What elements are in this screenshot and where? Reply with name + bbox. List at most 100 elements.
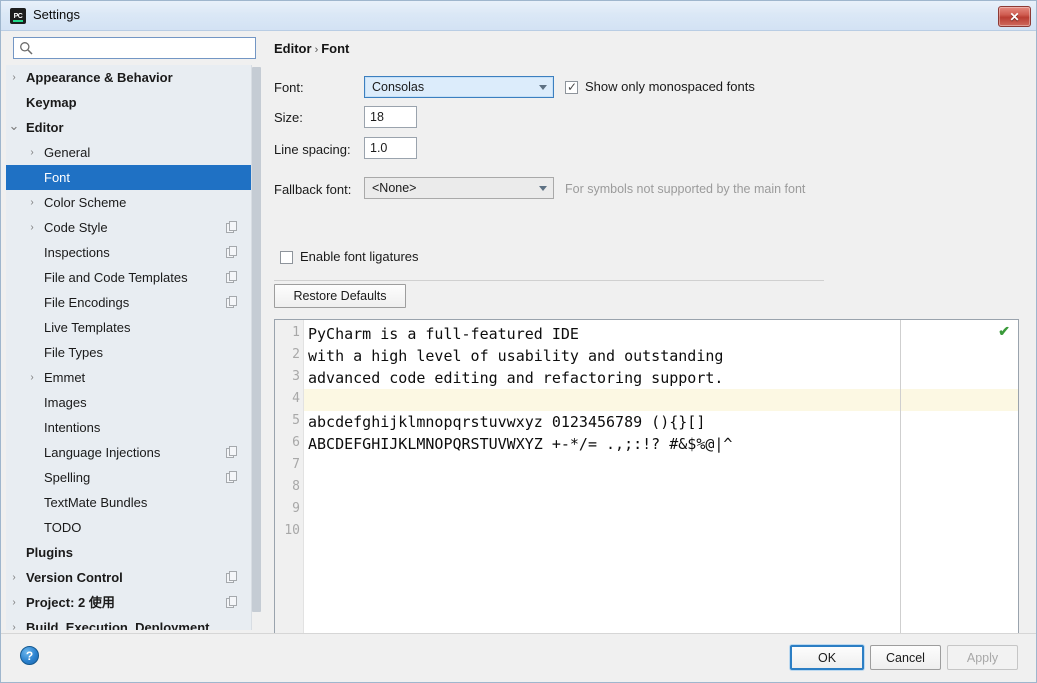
close-window-button[interactable]: ✕ bbox=[998, 6, 1031, 27]
sidebar-item-color-scheme[interactable]: › Color Scheme bbox=[6, 190, 256, 215]
sidebar-item-file-types[interactable]: File Types bbox=[6, 340, 256, 365]
sidebar-item-label: Language Injections bbox=[44, 445, 161, 460]
sidebar-item-label: Keymap bbox=[26, 95, 77, 110]
sidebar-item-label: File Encodings bbox=[44, 295, 130, 310]
sidebar-item-label: Build, Execution, Deployment bbox=[26, 620, 210, 630]
sidebar-item-general[interactable]: › General bbox=[6, 140, 256, 165]
dialog-footer: ? OK Cancel Apply bbox=[1, 633, 1036, 682]
copy-settings-icon bbox=[226, 296, 237, 308]
search-input[interactable] bbox=[37, 38, 255, 60]
restore-defaults-button[interactable]: Restore Defaults bbox=[274, 284, 406, 308]
sidebar-item-spelling[interactable]: Spelling bbox=[6, 465, 256, 490]
chevron-right-icon[interactable]: › bbox=[25, 190, 39, 215]
copy-settings-icon bbox=[226, 271, 237, 283]
sidebar-item-label: Live Templates bbox=[44, 320, 131, 335]
line-number: 10 bbox=[284, 523, 300, 538]
line-number: 3 bbox=[292, 369, 300, 384]
line-number: 7 bbox=[292, 457, 300, 472]
font-preview-editor[interactable]: 1 2 3 4 5 6 7 8 9 10 PyCharm is a full-featured I… bbox=[274, 319, 1019, 663]
sidebar-item-project-2[interactable]: › Project: 2 使用 bbox=[6, 590, 256, 615]
editor-right-margin-divider bbox=[900, 320, 1018, 662]
line-spacing-input[interactable] bbox=[364, 137, 417, 159]
sidebar-item-todo[interactable]: TODO bbox=[6, 515, 256, 540]
apply-button: Apply bbox=[947, 645, 1018, 670]
sidebar-item-emmet[interactable]: › Emmet bbox=[6, 365, 256, 390]
sidebar-item-label: Project: 2 使用 bbox=[26, 595, 115, 610]
enable-ligatures-label: Enable font ligatures bbox=[300, 249, 419, 264]
search-icon bbox=[20, 42, 33, 55]
sidebar-item-file-and-code-templates[interactable]: File and Code Templates bbox=[6, 265, 256, 290]
help-button[interactable]: ? bbox=[20, 646, 39, 665]
checkbox-box: ✓ bbox=[565, 80, 578, 94]
settings-tree[interactable]: › Appearance & Behavior Keymap ⌄ Editor › Gene… bbox=[6, 65, 256, 630]
sidebar-item-label: Color Scheme bbox=[44, 195, 127, 210]
sidebar-item-label: File and Code Templates bbox=[44, 270, 188, 285]
code-line: with a high level of usability and outst… bbox=[308, 347, 724, 365]
show-monospaced-label: Show only monospaced fonts bbox=[585, 79, 755, 94]
sidebar-item-label: TextMate Bundles bbox=[44, 495, 148, 510]
settings-search-box[interactable] bbox=[13, 37, 256, 60]
fallback-font-label: Fallback font: bbox=[274, 182, 352, 197]
section-divider bbox=[274, 280, 824, 281]
chevron-right-icon[interactable]: › bbox=[7, 615, 21, 630]
chevron-right-icon[interactable]: › bbox=[7, 590, 21, 615]
chevron-right-icon[interactable]: › bbox=[7, 565, 21, 590]
line-number: 2 bbox=[292, 347, 300, 362]
chevron-right-icon[interactable]: › bbox=[7, 65, 21, 90]
sidebar-scrollbar-thumb[interactable] bbox=[252, 67, 261, 612]
sidebar-item-inspections[interactable]: Inspections bbox=[6, 240, 256, 265]
sidebar-item-live-templates[interactable]: Live Templates bbox=[6, 315, 256, 340]
code-line: ABCDEFGHIJKLMNOPQRSTUVWXYZ +-*/= .,;:!? … bbox=[308, 435, 733, 453]
sidebar-item-code-style[interactable]: › Code Style bbox=[6, 215, 256, 240]
font-size-input[interactable] bbox=[364, 106, 417, 128]
sidebar-item-label: Version Control bbox=[26, 570, 123, 585]
sidebar-item-keymap[interactable]: Keymap bbox=[6, 90, 256, 115]
sidebar-item-label: Images bbox=[44, 395, 87, 410]
size-label: Size: bbox=[274, 110, 303, 125]
sidebar-item-version-control[interactable]: › Version Control bbox=[6, 565, 256, 590]
ok-button[interactable]: OK bbox=[790, 645, 864, 670]
sidebar-item-appearance-behavior[interactable]: › Appearance & Behavior bbox=[6, 65, 256, 90]
sidebar-item-label: Intentions bbox=[44, 420, 101, 435]
chevron-right-icon[interactable]: › bbox=[25, 365, 39, 390]
code-line: abcdefghijklmnopqrstuvwxyz 0123456789 ()… bbox=[308, 413, 706, 431]
sidebar-item-images[interactable]: Images bbox=[6, 390, 256, 415]
sidebar-item-label: Emmet bbox=[44, 370, 86, 385]
fallback-font-combo[interactable]: <None> bbox=[364, 177, 554, 199]
copy-settings-icon bbox=[226, 246, 237, 258]
sidebar-item-label: Spelling bbox=[44, 470, 91, 485]
sidebar-item-font[interactable]: Font bbox=[6, 165, 256, 190]
sidebar-item-intentions[interactable]: Intentions bbox=[6, 415, 256, 440]
sidebar-item-build-execution-deployment[interactable]: › Build, Execution, Deployment bbox=[6, 615, 256, 630]
dialog-content: › Appearance & Behavior Keymap ⌄ Editor › Gene… bbox=[1, 31, 1036, 663]
chevron-down-icon[interactable]: ⌄ bbox=[7, 115, 21, 136]
line-number: 9 bbox=[292, 501, 300, 516]
copy-settings-icon bbox=[226, 221, 237, 233]
font-label: Font: bbox=[274, 80, 304, 95]
breadcrumb-separator-icon: › bbox=[314, 44, 319, 56]
chevron-down-icon bbox=[539, 186, 547, 191]
sidebar-item-textmate-bundles[interactable]: TextMate Bundles bbox=[6, 490, 256, 515]
fallback-font-value: <None> bbox=[372, 181, 417, 195]
sidebar-item-editor[interactable]: ⌄ Editor bbox=[6, 115, 256, 140]
cancel-button[interactable]: Cancel bbox=[870, 645, 941, 670]
sidebar-item-plugins[interactable]: Plugins bbox=[6, 540, 256, 565]
line-number: 4 bbox=[292, 391, 300, 406]
fallback-font-hint: For symbols not supported by the main fo… bbox=[565, 182, 806, 196]
check-mark-icon[interactable]: ✔ bbox=[998, 324, 1010, 338]
sidebar-item-file-encodings[interactable]: File Encodings bbox=[6, 290, 256, 315]
copy-settings-icon bbox=[226, 571, 237, 583]
sidebar-item-label: Editor bbox=[26, 120, 64, 135]
font-family-value: Consolas bbox=[372, 80, 425, 94]
settings-dialog: PC Settings ✕ › Appearance & Behavior Keym… bbox=[0, 0, 1037, 683]
chevron-down-icon bbox=[539, 85, 547, 90]
line-spacing-label: Line spacing: bbox=[274, 142, 351, 157]
copy-settings-icon bbox=[226, 471, 237, 483]
sidebar-item-language-injections[interactable]: Language Injections bbox=[6, 440, 256, 465]
sidebar-item-label: File Types bbox=[44, 345, 104, 360]
font-family-combo[interactable]: Consolas bbox=[364, 76, 554, 98]
window-title: Settings bbox=[33, 7, 80, 22]
chevron-right-icon[interactable]: › bbox=[25, 215, 39, 240]
breadcrumb: Editor › Font bbox=[274, 41, 349, 56]
chevron-right-icon[interactable]: › bbox=[25, 140, 39, 165]
